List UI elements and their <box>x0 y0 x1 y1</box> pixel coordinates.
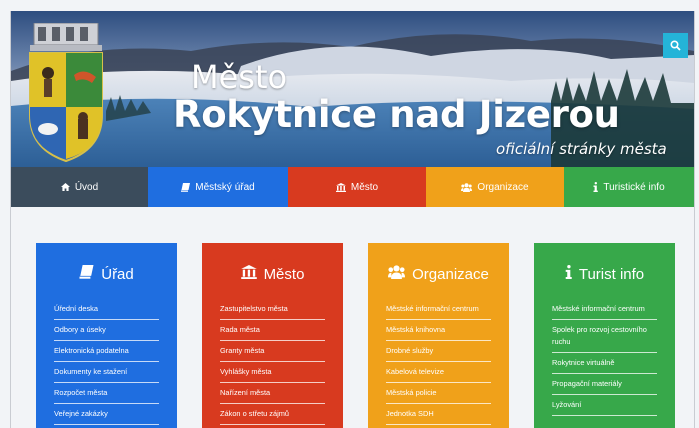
card-title-label: Město <box>263 265 305 283</box>
card-link[interactable]: Městská knihovna <box>386 320 491 341</box>
card-link[interactable]: Kabelová televize <box>386 362 491 383</box>
card-mesto: Město Zastupitelstvo města Rada města Gr… <box>202 243 343 428</box>
card-link-list: Městské informační centrum Spolek pro ro… <box>552 299 657 416</box>
nav-item-label: Turistické info <box>603 181 665 193</box>
info-icon <box>565 265 572 283</box>
card-title[interactable]: Město <box>220 261 325 287</box>
card-link[interactable]: Veřejné zakázky <box>54 404 159 425</box>
nav-item-mestsky-urad[interactable]: Městský úřad <box>148 167 288 207</box>
card-title-label: Úřad <box>101 265 134 283</box>
card-link[interactable]: Drobné služby <box>386 341 491 362</box>
search-icon <box>670 40 681 51</box>
card-link[interactable]: Rozpočet města <box>54 383 159 404</box>
main-navigation: Úvod Městský úřad Město Organizace Turis… <box>11 167 694 207</box>
info-icon <box>593 182 599 192</box>
card-link[interactable]: Rokytnice virtuálně <box>552 353 657 374</box>
right-border <box>694 11 695 428</box>
nav-item-mesto[interactable]: Město <box>288 167 426 207</box>
card-link[interactable]: Úřední deska <box>54 299 159 320</box>
card-link[interactable]: Městské informační centrum <box>386 299 491 320</box>
site-title[interactable]: Rokytnice nad Jizerou <box>173 95 620 135</box>
card-link[interactable]: Propagační materiály <box>552 374 657 395</box>
card-turist-info: Turist info Městské informační centrum S… <box>534 243 675 428</box>
card-title-label: Turist info <box>578 265 645 283</box>
card-link[interactable]: Zastupitelstvo města <box>220 299 325 320</box>
card-link[interactable]: Městské informační centrum <box>552 299 657 320</box>
nav-item-organizace[interactable]: Organizace <box>426 167 564 207</box>
nav-item-label: Městský úřad <box>195 181 255 193</box>
card-link[interactable]: Granty města <box>220 341 325 362</box>
content-area: Úřad Úřední deska Odbory a úseky Elektro… <box>11 207 694 428</box>
home-icon <box>60 183 70 191</box>
town-crest <box>29 23 103 163</box>
nav-item-label: Organizace <box>477 181 529 193</box>
card-link[interactable]: Nařízení města <box>220 383 325 404</box>
nav-item-turisticke-info[interactable]: Turistické info <box>564 167 694 207</box>
card-organizace: Organizace Městské informační centrum Mě… <box>368 243 509 428</box>
card-link-list: Zastupitelstvo města Rada města Granty m… <box>220 299 325 425</box>
card-title[interactable]: Turist info <box>552 261 657 287</box>
card-link[interactable]: Spolek pro rozvoj cestovního ruchu <box>552 320 657 353</box>
site-title-small: Město <box>191 58 288 96</box>
site-header: Město Rokytnice nad Jizerou oficiální st… <box>11 11 694 167</box>
institution-icon <box>240 265 257 283</box>
nav-item-label: Úvod <box>74 181 99 193</box>
card-link-list: Úřední deska Odbory a úseky Elektronická… <box>54 299 159 425</box>
card-urad: Úřad Úřední deska Odbory a úseky Elektro… <box>36 243 177 428</box>
book-icon <box>181 182 191 192</box>
card-link[interactable]: Vyhlášky města <box>220 362 325 383</box>
browser-frame: Město Rokytnice nad Jizerou oficiální st… <box>0 0 699 428</box>
card-link[interactable]: Odbory a úseky <box>54 320 159 341</box>
nav-item-label: Město <box>350 181 379 193</box>
card-link[interactable]: Městská policie <box>386 383 491 404</box>
site-subtitle: oficiální stránky města <box>496 140 667 158</box>
nav-item-uvod[interactable]: Úvod <box>11 167 148 207</box>
card-link[interactable]: Lyžování <box>552 395 657 416</box>
institution-icon <box>335 182 346 192</box>
card-link[interactable]: Elektronická podatelna <box>54 341 159 362</box>
book-icon <box>79 265 94 283</box>
card-title[interactable]: Úřad <box>54 261 159 287</box>
card-link[interactable]: Jednotka SDH <box>386 404 491 425</box>
search-button[interactable] <box>663 33 688 58</box>
group-icon <box>461 182 473 192</box>
card-link[interactable]: Zákon o střetu zájmů <box>220 404 325 425</box>
card-link[interactable]: Rada města <box>220 320 325 341</box>
card-title-label: Organizace <box>412 265 489 283</box>
card-link[interactable]: Dokumenty ke stažení <box>54 362 159 383</box>
card-link-list: Městské informační centrum Městská kniho… <box>386 299 491 425</box>
card-title[interactable]: Organizace <box>386 261 491 287</box>
group-icon <box>388 265 406 283</box>
